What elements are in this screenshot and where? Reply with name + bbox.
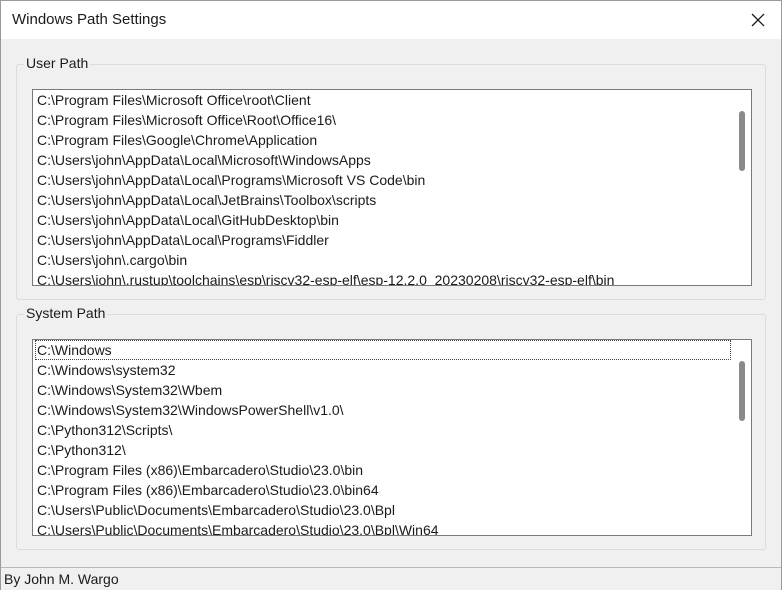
window-title: Windows Path Settings (12, 11, 167, 28)
list-item[interactable]: C:\Users\john\.rustup\toolchains\esp\ris… (35, 270, 731, 285)
system-path-label: System Path (24, 305, 108, 321)
list-item[interactable]: C:\Program Files\Microsoft Office\Root\O… (35, 110, 731, 130)
user-path-listbox[interactable]: C:\Program Files\Microsoft Office\root\C… (32, 89, 752, 286)
system-path-items: C:\Windows C:\Windows\system32 C:\Window… (35, 340, 731, 535)
list-item[interactable]: C:\Users\Public\Documents\Embarcadero\St… (35, 520, 731, 535)
user-path-items: C:\Program Files\Microsoft Office\root\C… (35, 90, 731, 285)
list-item[interactable]: C:\Users\Public\Documents\Embarcadero\St… (35, 500, 731, 520)
list-item[interactable]: C:\Windows\system32 (35, 360, 731, 380)
list-item[interactable]: C:\Users\john\AppData\Local\Programs\Fid… (35, 230, 731, 250)
close-button[interactable] (735, 1, 781, 39)
title-bar[interactable]: Windows Path Settings (1, 1, 781, 39)
list-item[interactable]: C:\Python312\Scripts\ (35, 420, 731, 440)
list-item[interactable]: C:\Users\john\.cargo\bin (35, 250, 731, 270)
user-path-scrollbar[interactable] (733, 90, 751, 285)
list-item[interactable]: C:\Program Files (x86)\Embarcadero\Studi… (35, 460, 731, 480)
list-item[interactable]: C:\Program Files\Google\Chrome\Applicati… (35, 130, 731, 150)
list-item[interactable]: C:\Users\john\AppData\Local\Microsoft\Wi… (35, 150, 731, 170)
close-icon (751, 13, 765, 27)
list-item[interactable]: C:\Windows (35, 340, 731, 360)
list-item[interactable]: C:\Program Files\Microsoft Office\root\C… (35, 90, 731, 110)
app-window: Windows Path Settings User Path C:\Progr… (0, 0, 782, 590)
user-path-group: User Path C:\Program Files\Microsoft Off… (16, 55, 766, 300)
scrollbar-thumb[interactable] (739, 361, 745, 421)
system-path-scrollbar[interactable] (733, 340, 751, 535)
system-path-listbox[interactable]: C:\Windows C:\Windows\system32 C:\Window… (32, 339, 752, 536)
scrollbar-thumb[interactable] (739, 111, 745, 171)
list-item[interactable]: C:\Windows\System32\WindowsPowerShell\v1… (35, 400, 731, 420)
list-item[interactable]: C:\Windows\System32\Wbem (35, 380, 731, 400)
list-item[interactable]: C:\Users\john\AppData\Local\JetBrains\To… (35, 190, 731, 210)
system-path-group: System Path C:\Windows C:\Windows\system… (16, 305, 766, 550)
status-text: By John M. Wargo (4, 571, 119, 587)
user-path-label: User Path (24, 55, 91, 71)
list-item[interactable]: C:\Python312\ (35, 440, 731, 460)
list-item[interactable]: C:\Program Files (x86)\Embarcadero\Studi… (35, 480, 731, 500)
status-bar: By John M. Wargo (1, 567, 781, 590)
list-item[interactable]: C:\Users\john\AppData\Local\Programs\Mic… (35, 170, 731, 190)
list-item[interactable]: C:\Users\john\AppData\Local\GitHubDeskto… (35, 210, 731, 230)
